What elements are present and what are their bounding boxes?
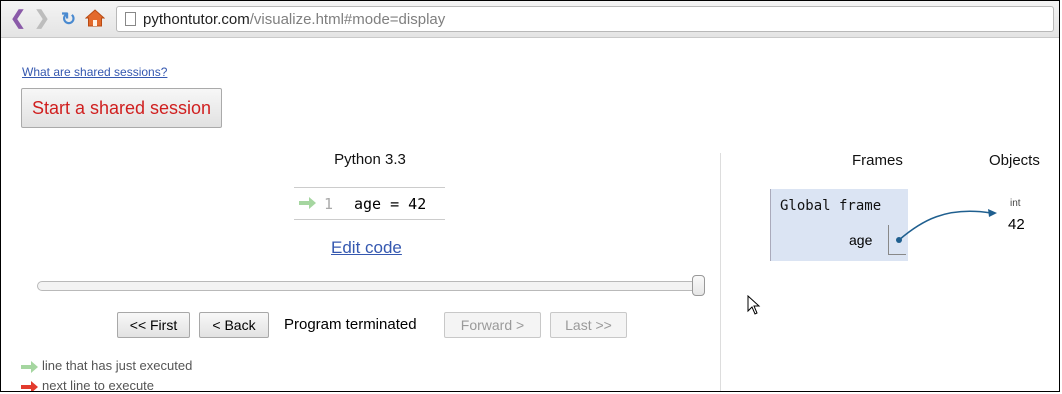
pointer-arrow xyxy=(896,209,997,243)
pointer-arrowhead xyxy=(988,209,997,217)
object-value: 42 xyxy=(1008,216,1025,233)
object-type: int xyxy=(1010,198,1021,209)
mouse-cursor-icon xyxy=(747,295,761,315)
browser-window: ❮ ❯ ↻ pythontutor.com/visualize.html#mod… xyxy=(0,0,1060,392)
